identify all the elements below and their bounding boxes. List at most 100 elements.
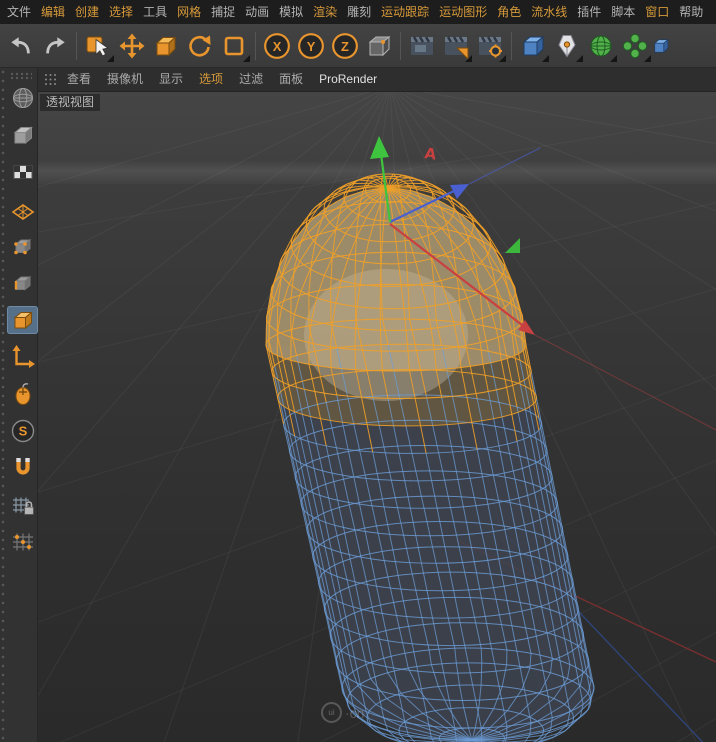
tool-workplane-mode[interactable]: [7, 195, 38, 223]
menubar-item-render[interactable]: 渲染: [308, 0, 342, 24]
coord-system-icon: [368, 35, 391, 56]
vpmenu-item-options[interactable]: 选项: [191, 68, 231, 91]
redo-icon: [46, 36, 65, 53]
move-tool-button[interactable]: [115, 29, 149, 63]
scale-icon: [155, 35, 177, 56]
dropdown-corner-icon: [576, 54, 583, 62]
model-mode-icon: [13, 126, 33, 145]
watermark-logo: ui: [321, 702, 342, 723]
z-axis-lock-icon: Z: [332, 32, 358, 59]
tool-texture-mode[interactable]: [7, 158, 38, 186]
scene-canvas[interactable]: A: [38, 92, 716, 742]
render-view-icon: [411, 35, 433, 55]
main-toolbar: X Y Z: [0, 24, 716, 68]
render-picture-viewer-button[interactable]: [439, 29, 473, 63]
tool-enable-axis[interactable]: [7, 343, 38, 371]
menubar-item-mesh[interactable]: 网格: [172, 0, 206, 24]
dropdown-corner-icon: [644, 54, 651, 62]
enable-axis-icon: [12, 345, 35, 368]
viewport-menubar: 查看 摄像机 显示 选项 过滤 面板 ProRender: [38, 68, 716, 92]
left-tool-palette: S: [0, 68, 38, 742]
tool-quantize[interactable]: [7, 528, 38, 556]
menubar-item-motion-tracker[interactable]: 运动跟踪: [376, 0, 434, 24]
tool-model-mode[interactable]: [7, 121, 38, 149]
menubar-item-window[interactable]: 窗口: [640, 0, 674, 24]
live-selection-button[interactable]: [81, 29, 115, 63]
edges-mode-icon: [14, 275, 31, 291]
tool-make-editable[interactable]: [7, 84, 38, 112]
magnet-icon: [15, 458, 30, 475]
vpmenu-item-display[interactable]: 显示: [151, 68, 191, 91]
x-axis-lock-icon: X: [264, 32, 290, 59]
dropdown-corner-icon: [465, 54, 472, 62]
menubar-item-sculpt[interactable]: 雕刻: [342, 0, 376, 24]
move-icon: [119, 33, 145, 58]
tool-edges-mode[interactable]: [7, 269, 38, 297]
mograph-cloner-button[interactable]: [618, 29, 652, 63]
dropdown-corner-icon: [542, 54, 549, 62]
vpmenu-item-prorender[interactable]: ProRender: [311, 68, 385, 91]
make-editable-icon: [12, 88, 33, 108]
subdivision-surface-button[interactable]: [584, 29, 618, 63]
vpmenu-item-view[interactable]: 查看: [59, 68, 99, 91]
y-axis-lock-icon: Y: [298, 32, 324, 59]
last-tool-button[interactable]: [217, 29, 251, 63]
tool-workplane-lock[interactable]: [7, 491, 38, 519]
menubar-item-help[interactable]: 帮助: [674, 0, 708, 24]
clipped-toolbar-button[interactable]: [652, 29, 670, 63]
undo-button[interactable]: [4, 29, 38, 63]
palette-grip[interactable]: [10, 72, 32, 80]
viewport-label[interactable]: 透视视图: [40, 94, 101, 111]
texture-mode-icon: [13, 165, 32, 179]
menubar-item-plugins[interactable]: 插件: [572, 0, 606, 24]
tool-magnet[interactable]: [7, 454, 38, 482]
menubar-item-create[interactable]: 创建: [70, 0, 104, 24]
lock-y-axis-button[interactable]: Y: [294, 29, 328, 63]
tool-mouse-input[interactable]: [7, 380, 38, 408]
menubar-item-file[interactable]: 文件: [2, 0, 36, 24]
snap-icon: S: [11, 419, 34, 443]
panel-grip-icon[interactable]: [44, 73, 57, 86]
add-cube-button[interactable]: [516, 29, 550, 63]
viewport[interactable]: A 透视视图 ui ·cn: [38, 92, 716, 742]
rotate-tool-button[interactable]: [183, 29, 217, 63]
workplane-lock-icon: [12, 497, 34, 515]
menubar-item-snap[interactable]: 捕捉: [206, 0, 240, 24]
toolbar-separator: [511, 31, 512, 60]
pen-spline-button[interactable]: [550, 29, 584, 63]
vpmenu-item-panel[interactable]: 面板: [271, 68, 311, 91]
polygons-mode-icon: [13, 311, 33, 330]
render-view-button[interactable]: [405, 29, 439, 63]
mouse-input-icon: [15, 383, 30, 405]
tool-points-mode[interactable]: [7, 232, 38, 260]
watermark-text: ·cn: [345, 704, 365, 721]
tool-polygons-mode[interactable]: [7, 306, 38, 334]
clipped-cube-icon: [653, 38, 669, 53]
menubar-item-pipeline[interactable]: 流水线: [526, 0, 572, 24]
lock-z-axis-button[interactable]: Z: [328, 29, 362, 63]
vpmenu-item-cameras[interactable]: 摄像机: [99, 68, 151, 91]
menubar-item-select[interactable]: 选择: [104, 0, 138, 24]
scale-tool-button[interactable]: [149, 29, 183, 63]
render-settings-button[interactable]: [473, 29, 507, 63]
menubar-item-simulate[interactable]: 模拟: [274, 0, 308, 24]
rotate-icon: [189, 35, 211, 56]
menubar-item-edit[interactable]: 编辑: [36, 0, 70, 24]
redo-button[interactable]: [38, 29, 72, 63]
undo-icon: [11, 36, 30, 53]
menubar: 文件 编辑 创建 选择 工具 网格 捕捉 动画 模拟 渲染 雕刻 运动跟踪 运动…: [0, 0, 716, 24]
application-window: 文件 编辑 创建 选择 工具 网格 捕捉 动画 模拟 渲染 雕刻 运动跟踪 运动…: [0, 0, 716, 742]
menubar-item-character[interactable]: 角色: [492, 0, 526, 24]
dropdown-corner-icon: [499, 54, 506, 62]
svg-text:X: X: [273, 38, 282, 53]
menubar-item-tools[interactable]: 工具: [138, 0, 172, 24]
vpmenu-item-filter[interactable]: 过滤: [231, 68, 271, 91]
svg-text:A: A: [423, 144, 437, 163]
tool-snapping[interactable]: S: [7, 417, 38, 445]
menubar-item-animate[interactable]: 动画: [240, 0, 274, 24]
toolbar-separator: [400, 31, 401, 60]
coordinate-system-button[interactable]: [362, 29, 396, 63]
lock-x-axis-button[interactable]: X: [260, 29, 294, 63]
menubar-item-script[interactable]: 脚本: [606, 0, 640, 24]
menubar-item-mograph[interactable]: 运动图形: [434, 0, 492, 24]
